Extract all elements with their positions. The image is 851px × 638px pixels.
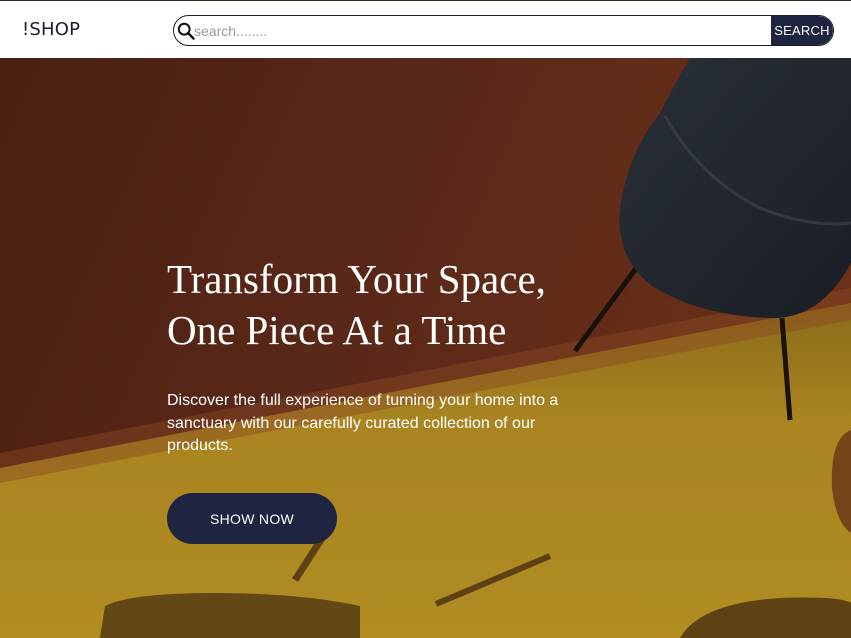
show-now-button[interactable]: SHOW NOW — [167, 493, 337, 544]
search-input[interactable] — [194, 16, 772, 45]
search-bar: SEARCH — [173, 15, 834, 46]
search-button[interactable]: SEARCH — [771, 16, 833, 45]
site-header: !SHOP SEARCH — [0, 0, 851, 58]
hero-title-line-1: Transform Your Space, — [167, 256, 546, 302]
hero-banner: Transform Your Space, One Piece At a Tim… — [0, 58, 851, 638]
hero-description: Discover the full experience of turning … — [167, 392, 559, 454]
shop-logo[interactable]: !SHOP — [22, 19, 80, 40]
search-icon — [177, 22, 195, 40]
hero-title: Transform Your Space, One Piece At a Tim… — [167, 254, 597, 356]
hero-title-line-2: One Piece At a Time — [167, 307, 507, 353]
hero-content: Transform Your Space, One Piece At a Tim… — [167, 254, 597, 458]
